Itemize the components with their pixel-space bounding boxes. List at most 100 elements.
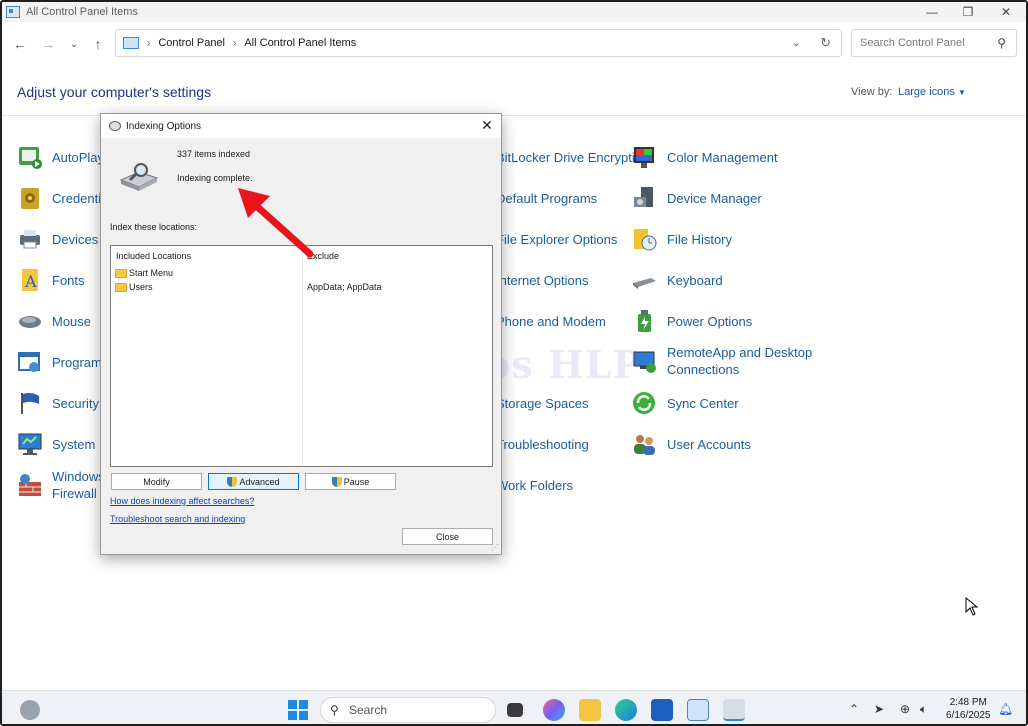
credential-vault-icon	[17, 185, 43, 211]
item-sync-center[interactable]: Sync Center	[631, 390, 739, 416]
indexing-options-taskbar-icon[interactable]	[723, 699, 745, 721]
location-exclude: AppData; AppData	[307, 282, 382, 292]
mouse-cursor-icon	[965, 597, 979, 616]
forward-arrow-icon[interactable]: →	[38, 34, 58, 54]
notification-bell-icon[interactable]: 🔔︎	[998, 702, 1013, 716]
item-label: Phone and Modem	[496, 313, 606, 329]
modify-label: Modify	[143, 476, 170, 487]
copilot-icon[interactable]	[543, 699, 565, 721]
item-label: Keyboard	[667, 272, 723, 288]
how-indexing-link[interactable]: How does indexing affect searches?	[110, 496, 254, 506]
item-fonts[interactable]: A Fonts	[17, 267, 85, 293]
item-label: Power Options	[667, 313, 753, 329]
indexing-options-dialog: Indexing Options ✕ 337 items indexed Ind…	[100, 113, 502, 555]
address-dropdown-chevron-icon[interactable]: ⌄	[792, 36, 801, 49]
title-bar: All Control Panel Items	[2, 2, 1026, 22]
breadcrumb-all-items[interactable]: All Control Panel Items	[244, 37, 356, 49]
uac-shield-icon	[331, 476, 342, 487]
item-mouse[interactable]: Mouse	[17, 308, 91, 334]
items-indexed-count: 337 items indexed	[177, 149, 251, 159]
monitor-icon	[17, 431, 43, 457]
item-autoplay[interactable]: AutoPlay	[17, 144, 104, 170]
firewall-icon	[17, 472, 43, 498]
chevron-right-icon: ›	[147, 37, 151, 49]
pause-label: Pause	[343, 476, 370, 487]
troubleshoot-link[interactable]: Troubleshoot search and indexing	[110, 514, 245, 524]
edge-browser-icon[interactable]	[615, 699, 637, 721]
location-name: Start Menu	[129, 268, 174, 278]
show-hidden-icons-chevron-icon[interactable]: ⌃	[849, 702, 859, 716]
dialog-close-x-button[interactable]: ✕	[479, 117, 495, 133]
dialog-title: Indexing Options	[126, 120, 202, 132]
item-label: System	[52, 436, 96, 452]
widgets-icon[interactable]	[20, 700, 40, 720]
control-panel-taskbar-icon[interactable]	[687, 699, 709, 721]
indexing-options-icon	[109, 121, 121, 131]
dropdown-arrow-icon: ▼	[957, 88, 966, 97]
volume-icon[interactable]: 🔈︎	[920, 702, 927, 717]
sync-icon	[631, 390, 657, 416]
view-by-label: View by:	[851, 86, 893, 98]
item-system[interactable]: System	[17, 431, 95, 457]
item-remoteapp[interactable]: RemoteApp and Desktop Connections	[631, 344, 812, 378]
view-by-dropdown[interactable]: Large icons ▼	[898, 86, 966, 98]
start-button-icon[interactable]	[287, 699, 309, 721]
item-user-accounts[interactable]: User Accounts	[631, 431, 751, 457]
file-explorer-icon[interactable]	[579, 699, 601, 721]
locations-list[interactable]: Included Locations Exclude Start Menu Us…	[110, 245, 493, 467]
location-icon[interactable]: ➤	[874, 702, 884, 716]
chevron-right-icon: ›	[233, 37, 237, 49]
recent-locations-chevron-icon[interactable]: ⌄	[64, 34, 84, 54]
location-row[interactable]: Users	[115, 282, 153, 292]
taskbar-search-label: Search	[349, 703, 388, 717]
item-label: BitLocker Drive Encryption	[496, 149, 650, 165]
indexed-drive-magnifier-icon	[119, 163, 159, 191]
index-locations-label: Index these locations:	[110, 222, 198, 232]
back-arrow-icon[interactable]: ←	[10, 34, 30, 54]
taskbar-clock[interactable]: 2:48 PM 6/16/2025	[946, 696, 991, 722]
minimize-button[interactable]: —	[914, 2, 950, 22]
close-window-button[interactable]: ✕	[988, 2, 1024, 22]
autoplay-icon	[17, 144, 43, 170]
column-header-included: Included Locations	[116, 251, 192, 261]
item-label: Work Folders	[496, 477, 574, 493]
close-label: Close	[435, 531, 459, 542]
breadcrumb-control-panel[interactable]: Control Panel	[158, 37, 225, 49]
column-divider	[302, 246, 303, 466]
maximize-button[interactable]: ❐	[950, 2, 986, 22]
folder-icon	[115, 282, 127, 292]
search-icon: ⚲	[997, 36, 1006, 50]
resize-grip-icon[interactable]: ⋰	[491, 543, 499, 552]
refresh-icon[interactable]: ↻	[820, 35, 831, 51]
item-label: Device Manager	[667, 190, 762, 206]
search-input[interactable]: Search Control Panel ⚲	[851, 29, 1017, 57]
taskbar-search-input[interactable]: ⚲ Search	[320, 697, 496, 723]
dialog-title-bar: Indexing Options	[101, 114, 501, 138]
color-management-icon	[631, 144, 657, 170]
item-color-management[interactable]: Color Management	[631, 144, 778, 170]
modify-button[interactable]: Modify	[111, 473, 202, 490]
address-bar[interactable]: › Control Panel › All Control Panel Item…	[115, 29, 842, 57]
microsoft-store-icon[interactable]	[651, 699, 673, 721]
up-arrow-icon[interactable]: ↑	[88, 34, 108, 54]
item-label: AutoPlay	[52, 149, 105, 165]
item-power-options[interactable]: Power Options	[631, 308, 752, 334]
item-label: Internet Options	[496, 272, 589, 288]
network-icon[interactable]: ⊕	[900, 702, 910, 716]
task-view-icon[interactable]	[507, 703, 523, 717]
close-button[interactable]: Close	[402, 528, 493, 545]
view-by-value: Large icons	[898, 86, 955, 98]
item-device-manager[interactable]: Device Manager	[631, 185, 762, 211]
pause-button[interactable]: Pause	[305, 473, 396, 490]
item-label: Storage Spaces	[496, 395, 589, 411]
item-label: Mouse	[52, 313, 92, 329]
advanced-button[interactable]: Advanced	[208, 473, 299, 490]
location-row[interactable]: Start Menu	[115, 268, 173, 278]
keyboard-icon	[631, 267, 657, 293]
navigation-bar: ← → ⌄ ↑ › Control Panel › All Control Pa…	[2, 26, 1026, 62]
clock-date: 6/16/2025	[946, 710, 991, 721]
page-heading: Adjust your computer's settings	[17, 84, 212, 100]
item-keyboard[interactable]: Keyboard	[631, 267, 723, 293]
item-file-history[interactable]: File History	[631, 226, 732, 252]
svg-text:A: A	[24, 272, 37, 291]
